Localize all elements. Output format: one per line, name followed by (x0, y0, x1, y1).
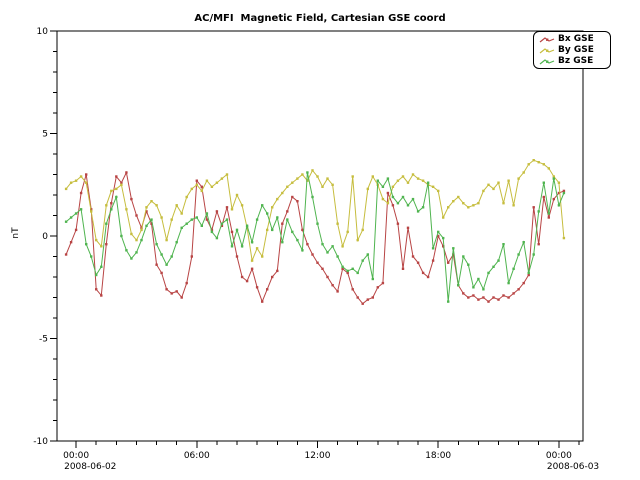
svg-text:12:00: 12:00 (305, 451, 331, 461)
legend-row-bx: Bx GSE (539, 34, 610, 45)
svg-text:10: 10 (37, 27, 49, 37)
legend-label-by: By GSE (558, 45, 594, 56)
legend-row-bz: Bz GSE (539, 56, 610, 67)
legend-label-bz: Bz GSE (558, 56, 593, 67)
bx-series-marker-icon (539, 36, 555, 44)
svg-text:06:00: 06:00 (184, 451, 210, 461)
svg-text:2008-06-03: 2008-06-03 (547, 462, 599, 472)
svg-text:2008-06-02: 2008-06-02 (64, 462, 116, 472)
svg-text:00:00: 00:00 (63, 451, 89, 461)
svg-text:0: 0 (42, 232, 48, 242)
svg-text:00:00: 00:00 (546, 451, 572, 461)
svg-text:-10: -10 (33, 437, 48, 447)
svg-text:-5: -5 (39, 335, 48, 345)
svg-text:18:00: 18:00 (425, 451, 451, 461)
y-axis-label: nT (11, 223, 21, 243)
by-series-marker-icon (539, 47, 555, 55)
legend-label-bx: Bx GSE (558, 34, 594, 45)
plot-window: AC/MFI Magnetic Field, Cartesian GSE coo… (0, 0, 640, 480)
svg-text:5: 5 (42, 130, 48, 140)
legend: Bx GSE By GSE Bz GSE (533, 31, 611, 69)
magnetic-field-plot: 00:002008-06-0206:0012:0018:0000:002008-… (0, 0, 640, 480)
bz-series-marker-icon (539, 58, 555, 66)
legend-row-by: By GSE (539, 45, 610, 56)
